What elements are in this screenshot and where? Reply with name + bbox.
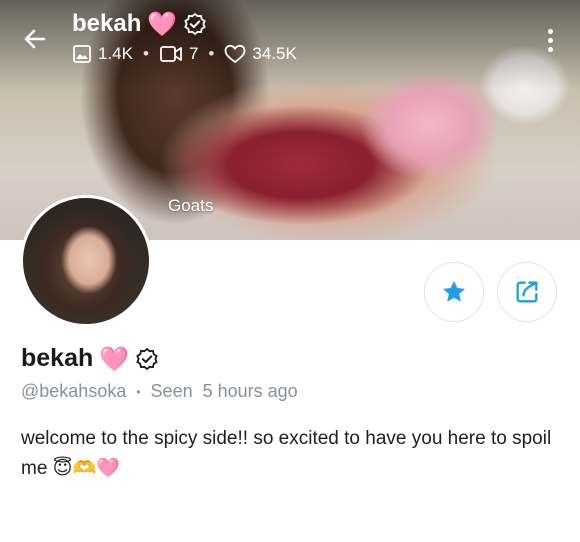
back-button[interactable] [18, 22, 52, 56]
share-button[interactable] [497, 262, 557, 322]
arrow-left-icon [24, 29, 46, 49]
header-name: bekah [72, 10, 142, 37]
image-icon [73, 45, 91, 63]
favorite-button[interactable] [424, 262, 484, 322]
profile-name-row: bekah 🩷 [21, 344, 159, 373]
profile-meta: @bekahsoka • Seen 5 hours ago [21, 381, 298, 402]
more-vertical-icon [547, 28, 553, 34]
profile-handle: @bekahsoka [21, 381, 127, 401]
header-title: bekah 🩷 [72, 10, 207, 38]
star-icon [443, 280, 465, 302]
stats-separator: • [142, 44, 149, 63]
profile-bio: welcome to the spicy side!! so excited t… [21, 428, 552, 479]
top-bar: bekah 🩷 1.4K • 7 • 34.5K [0, 0, 580, 80]
profile-name: bekah [21, 344, 94, 372]
header-stats: 1.4K • 7 • 34.5K [72, 44, 297, 64]
meta-separator: • [136, 384, 141, 399]
more-options-button[interactable] [538, 24, 562, 56]
avatar[interactable] [20, 195, 152, 327]
verified-badge-icon [184, 12, 206, 36]
heart-outline-icon [224, 44, 246, 63]
share-icon [516, 281, 538, 303]
pink-heart-emoji: 🩷 [99, 344, 130, 373]
pink-heart-emoji: 🩷 [147, 10, 178, 38]
stats-separator: • [208, 44, 215, 63]
cover-label: Goats [168, 196, 214, 215]
last-seen: Seen 5 hours ago [150, 381, 298, 401]
video-icon [160, 46, 182, 62]
photos-count: 1.4K [98, 44, 133, 63]
verified-badge-icon [136, 347, 158, 370]
videos-count: 7 [188, 44, 199, 63]
likes-count: 34.5K [252, 44, 297, 63]
